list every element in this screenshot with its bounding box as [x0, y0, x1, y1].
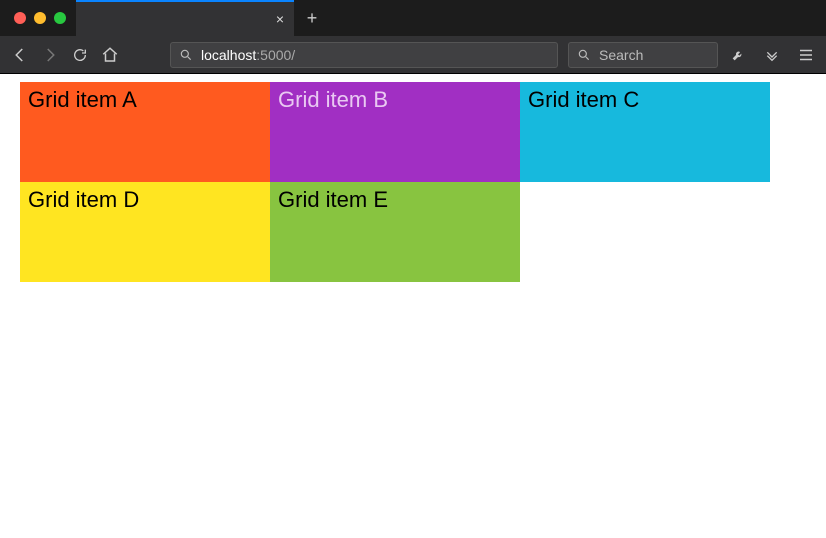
window-zoom-button[interactable] — [54, 12, 66, 24]
address-bar[interactable]: localhost:5000/ — [170, 42, 558, 68]
grid-item: Grid item C — [520, 82, 770, 182]
window-controls — [8, 0, 76, 36]
toolbar: localhost:5000/ Search — [0, 36, 826, 74]
new-tab-button[interactable]: + — [294, 0, 330, 36]
back-button[interactable] — [10, 45, 30, 65]
forward-button[interactable] — [40, 45, 60, 65]
search-icon — [577, 48, 591, 62]
browser-tab[interactable]: × — [76, 0, 294, 36]
search-placeholder: Search — [599, 47, 643, 63]
reload-button[interactable] — [70, 45, 90, 65]
menu-button[interactable] — [796, 45, 816, 65]
url-text: localhost:5000/ — [201, 47, 295, 63]
tab-close-button[interactable]: × — [276, 12, 284, 26]
tab-strip: × + — [0, 0, 826, 36]
window-close-button[interactable] — [14, 12, 26, 24]
home-button[interactable] — [100, 45, 120, 65]
url-host: localhost — [201, 47, 256, 63]
grid-item: Grid item B — [270, 82, 520, 182]
url-path: :5000/ — [256, 47, 295, 63]
search-bar[interactable]: Search — [568, 42, 718, 68]
grid-item: Grid item E — [270, 182, 520, 282]
grid-item: Grid item A — [20, 82, 270, 182]
search-icon — [179, 48, 193, 62]
grid-item: Grid item D — [20, 182, 270, 282]
grid-container: Grid item AGrid item BGrid item CGrid it… — [20, 82, 806, 282]
page-content: Grid item AGrid item BGrid item CGrid it… — [0, 74, 826, 538]
overflow-icon[interactable] — [762, 45, 782, 65]
window-minimize-button[interactable] — [34, 12, 46, 24]
developer-tools-icon[interactable] — [728, 45, 748, 65]
